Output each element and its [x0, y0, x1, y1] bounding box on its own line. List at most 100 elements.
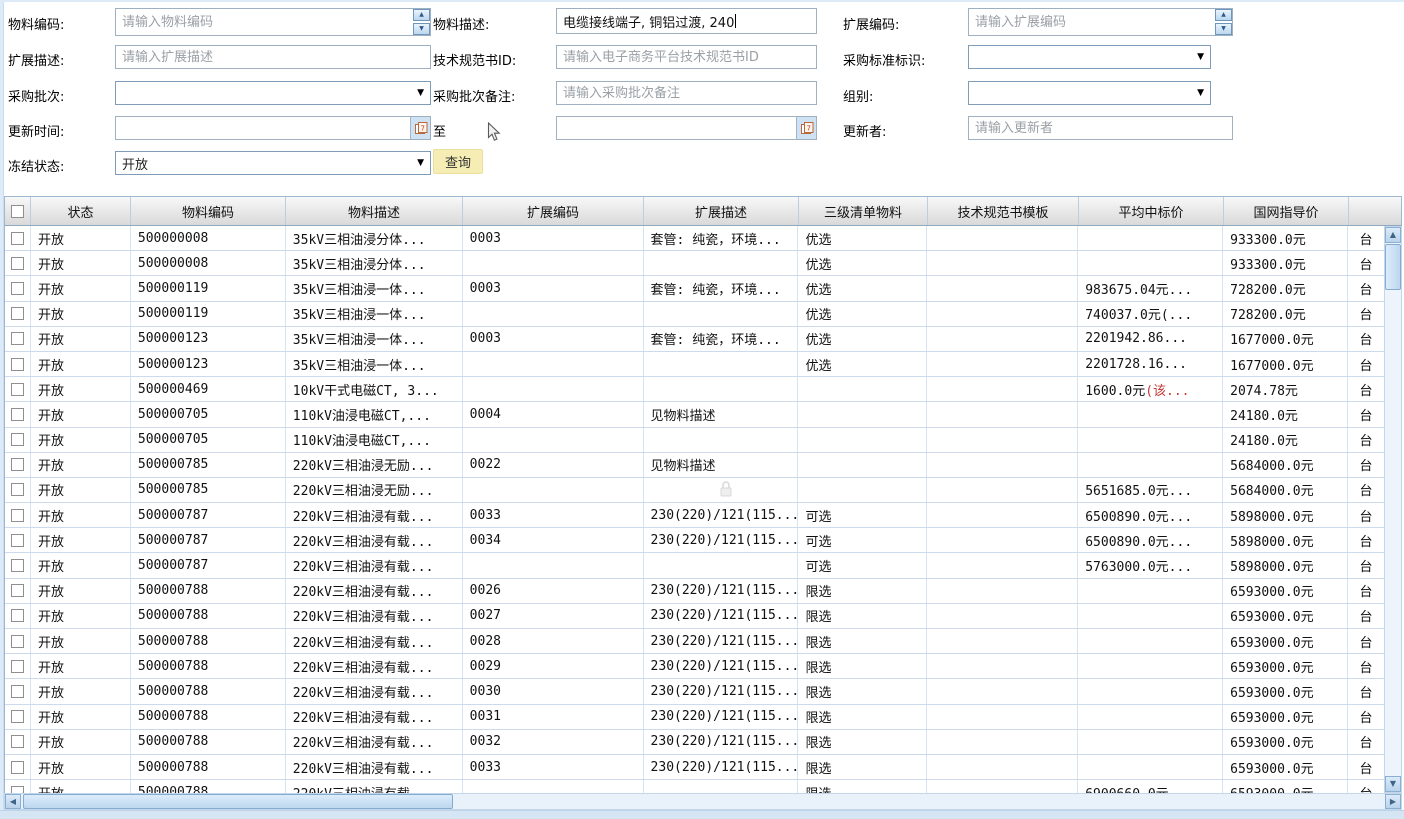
cell-level3: 限选	[798, 705, 927, 729]
row-checkbox[interactable]	[11, 232, 24, 245]
header-guide-price[interactable]: 国网指导价	[1224, 197, 1349, 225]
header-material-desc[interactable]: 物料描述	[286, 197, 463, 225]
header-material-code[interactable]: 物料编码	[131, 197, 286, 225]
row-checkbox[interactable]	[11, 509, 24, 522]
svg-text:7: 7	[806, 125, 810, 133]
cell-avg-price	[1078, 755, 1223, 779]
scroll-right-icon[interactable]: ▶	[1385, 794, 1401, 809]
cell-unit: 台	[1348, 654, 1384, 678]
cell-ext-code: 0033	[463, 503, 644, 527]
row-checkbox[interactable]	[11, 383, 24, 396]
row-checkbox[interactable]	[11, 483, 24, 496]
updater-input[interactable]	[968, 116, 1233, 140]
cell-material-desc: 220kV三相油浸有载...	[286, 654, 463, 678]
to-date-input[interactable]	[556, 116, 817, 140]
cell-ext-code: 0003	[463, 226, 644, 250]
header-level3[interactable]: 三级清单物料	[799, 197, 928, 225]
row-checkbox[interactable]	[11, 559, 24, 572]
ext-desc-input[interactable]	[115, 45, 431, 69]
row-checkbox[interactable]	[11, 710, 24, 723]
row-checkbox[interactable]	[11, 307, 24, 320]
row-checkbox[interactable]	[11, 761, 24, 774]
spinner-down-icon[interactable]: ▼	[1215, 23, 1232, 35]
cell-guide-price: 6593000.0元	[1223, 579, 1348, 603]
cell-unit: 台	[1348, 780, 1384, 793]
row-checkbox[interactable]	[11, 609, 24, 622]
cell-level3: 优选	[798, 226, 927, 250]
row-checkbox[interactable]	[11, 685, 24, 698]
row-checkbox[interactable]	[11, 282, 24, 295]
material-desc-label: 物料描述:	[433, 14, 489, 33]
purchase-std-select[interactable]: ▼	[968, 45, 1211, 69]
calendar-icon[interactable]: 7	[410, 117, 430, 139]
table-row: 开放 500000788 220kV三相油浸有载... 0032 230(220…	[5, 730, 1384, 755]
cell-level3: 限选	[798, 755, 927, 779]
header-template[interactable]: 技术规范书模板	[928, 197, 1079, 225]
cell-material-desc: 110kV油浸电磁CT,...	[286, 402, 463, 426]
cell-guide-price: 24180.0元	[1223, 428, 1348, 452]
row-checkbox[interactable]	[11, 660, 24, 673]
cell-status: 开放	[31, 654, 131, 678]
avg-price-text: 5763000.0元...	[1085, 556, 1192, 575]
cell-material-desc: 220kV三相油浸有载...	[286, 553, 463, 577]
cell-ext-desc: 见物料描述	[644, 402, 799, 426]
select-all-checkbox[interactable]	[11, 205, 24, 218]
spinner-up-icon[interactable]: ▲	[413, 9, 430, 21]
header-ext-code[interactable]: 扩展编码	[463, 197, 644, 225]
row-checkbox[interactable]	[11, 257, 24, 270]
cell-template	[927, 402, 1078, 426]
header-checkbox-cell	[5, 197, 31, 225]
cell-guide-price: 6593000.0元	[1223, 604, 1348, 628]
tech-spec-id-input[interactable]	[556, 45, 817, 69]
cell-unit: 台	[1348, 528, 1384, 552]
cell-material-desc: 220kV三相油浸有载...	[286, 780, 463, 793]
row-checkbox[interactable]	[11, 735, 24, 748]
material-desc-input[interactable]: 电缆接线端子, 铜铝过渡, 240	[556, 8, 817, 34]
row-checkbox[interactable]	[11, 408, 24, 421]
row-checkbox[interactable]	[11, 358, 24, 371]
scroll-left-icon[interactable]: ◀	[5, 794, 21, 809]
cell-guide-price: 5684000.0元	[1223, 478, 1348, 502]
horizontal-scrollbar-thumb[interactable]	[23, 794, 453, 809]
cell-material-code: 500000788	[131, 654, 286, 678]
header-status[interactable]: 状态	[31, 197, 131, 225]
cell-ext-desc: 230(220)/121(115...	[644, 604, 799, 628]
ext-code-input[interactable]	[968, 8, 1233, 36]
cell-guide-price: 5898000.0元	[1223, 528, 1348, 552]
spinner-down-icon[interactable]: ▼	[413, 23, 430, 35]
row-checkbox[interactable]	[11, 635, 24, 648]
material-code-input[interactable]	[115, 8, 431, 36]
vertical-scrollbar-thumb[interactable]	[1385, 244, 1401, 290]
freeze-status-select[interactable]: 开放 ▼	[115, 151, 431, 175]
material-code-label: 物料编码:	[8, 14, 64, 33]
update-time-input[interactable]	[115, 116, 431, 140]
scroll-down-icon[interactable]: ▼	[1385, 776, 1401, 792]
cell-level3: 限选	[798, 604, 927, 628]
query-button[interactable]: 查询	[433, 149, 483, 174]
header-avg-price[interactable]: 平均中标价	[1079, 197, 1224, 225]
cell-status: 开放	[31, 705, 131, 729]
calendar-icon[interactable]: 7	[796, 117, 816, 139]
cell-avg-price	[1078, 453, 1223, 477]
cell-material-code: 500000469	[131, 377, 286, 401]
group-select[interactable]: ▼	[968, 81, 1211, 105]
cell-template	[927, 654, 1078, 678]
cell-material-code: 500000119	[131, 276, 286, 300]
row-checkbox[interactable]	[11, 458, 24, 471]
update-time-field: 7	[115, 116, 431, 140]
row-checkbox[interactable]	[11, 786, 24, 793]
row-checkbox[interactable]	[11, 433, 24, 446]
horizontal-scrollbar[interactable]: ◀ ▶	[4, 793, 1402, 810]
batch-select[interactable]: ▼	[115, 81, 431, 105]
vertical-scrollbar[interactable]: ▲ ▼	[1384, 226, 1402, 793]
cell-avg-price: 5651685.0元...	[1078, 478, 1223, 502]
row-checkbox[interactable]	[11, 332, 24, 345]
header-ext-desc[interactable]: 扩展描述	[644, 197, 799, 225]
tech-spec-id-field	[556, 45, 817, 69]
scroll-up-icon[interactable]: ▲	[1385, 227, 1401, 243]
row-checkbox[interactable]	[11, 584, 24, 597]
cell-avg-price: 6500890.0元...	[1078, 503, 1223, 527]
batch-note-input[interactable]	[556, 81, 817, 105]
row-checkbox[interactable]	[11, 534, 24, 547]
spinner-up-icon[interactable]: ▲	[1215, 9, 1232, 21]
